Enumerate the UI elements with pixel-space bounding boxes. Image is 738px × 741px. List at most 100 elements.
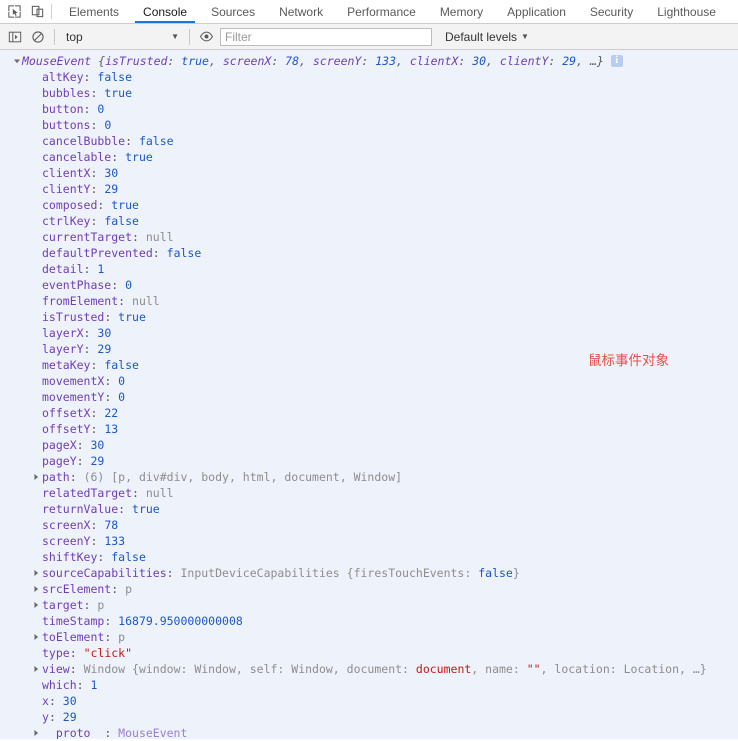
property-value: 133 (104, 534, 126, 548)
property-value: 1 (97, 262, 105, 276)
property-key: offsetX (42, 406, 91, 420)
object-property-row: defaultPrevented: false (42, 246, 202, 260)
object-property-row: composed: true (42, 198, 139, 212)
property-key: path (42, 470, 70, 484)
preview-prop-3-value: 30 (472, 54, 487, 68)
property-value: Window {window: Window, self: Window, do… (83, 662, 707, 676)
chevron-right-icon[interactable] (31, 472, 41, 482)
execution-context-selector[interactable]: top ▼ (62, 27, 182, 46)
object-class-name: MouseEvent (22, 54, 92, 68)
object-property-row: screenX: 78 (42, 518, 119, 532)
chevron-right-icon[interactable] (31, 632, 41, 642)
object-property-row: clientY: 29 (42, 182, 119, 196)
chevron-right-icon[interactable] (31, 584, 41, 594)
tab-network[interactable]: Network (267, 0, 335, 23)
object-property-row[interactable]: sourceCapabilities: InputDeviceCapabilit… (0, 565, 738, 581)
tab-performance[interactable]: Performance (335, 0, 428, 23)
object-property-row: relatedTarget: null (42, 486, 174, 500)
clear-console-icon[interactable] (29, 28, 47, 46)
object-property-row[interactable]: path: (6) [p, div#div, body, html, docum… (0, 469, 738, 485)
property-key: __proto__ (42, 726, 105, 739)
property-key: pageX (42, 438, 77, 452)
chevron-down-icon[interactable] (12, 56, 22, 66)
property-value: p (125, 582, 133, 596)
console-output-panel[interactable]: MouseEvent {isTrusted: true, screenX: 78… (0, 50, 738, 739)
property-key: cancelable (42, 150, 112, 164)
property-key: button (42, 102, 84, 116)
property-value: true (104, 86, 133, 100)
property-key: movementY (42, 390, 105, 404)
object-property-row: bubbles: true (42, 86, 133, 100)
property-value: 30 (90, 438, 105, 452)
chevron-right-icon[interactable] (31, 568, 41, 578)
object-property-row: isTrusted: true (42, 310, 146, 324)
object-property-row: fromElement: null (42, 294, 160, 308)
preview-prop-1-key: screenX (222, 54, 272, 68)
tab-application[interactable]: Application (495, 0, 578, 23)
chevron-down-icon: ▼ (171, 31, 179, 41)
toolbar-divider (51, 4, 52, 19)
object-property-row: movementX: 0 (42, 374, 126, 388)
object-preview: MouseEvent {isTrusted: true, screenX: 78… (22, 54, 604, 68)
property-value: true (132, 502, 160, 516)
property-value: 0 (118, 374, 126, 388)
log-levels-selector[interactable]: Default levels ▼ (445, 30, 529, 44)
object-property-row[interactable]: toElement: p (0, 629, 738, 645)
property-key: altKey (42, 70, 84, 84)
object-property-row[interactable]: target: p (0, 597, 738, 613)
property-value: 0 (97, 102, 105, 116)
property-value: false (104, 358, 139, 372)
tab-elements-label: Elements (69, 4, 120, 19)
tab-console[interactable]: Console (131, 0, 199, 23)
property-value: false (111, 550, 146, 564)
property-value: 1 (90, 678, 98, 692)
chevron-right-icon[interactable] (31, 728, 41, 738)
object-property-row[interactable]: __proto__: MouseEvent (0, 725, 738, 739)
property-value: (6) [p, div#div, body, html, document, W… (83, 470, 403, 484)
property-value: 13 (104, 422, 119, 436)
property-value: p (118, 630, 126, 644)
preview-prop-2-value: 133 (375, 54, 396, 68)
chevron-down-icon: ▼ (521, 31, 529, 41)
tab-security[interactable]: Security (578, 0, 645, 23)
execution-context-value: top (66, 29, 83, 44)
annotation-label: 鼠标事件对象 (588, 353, 669, 369)
object-property-row: type: "click" (42, 646, 133, 660)
info-icon[interactable]: i (610, 55, 623, 67)
preview-open-brace: { (91, 54, 106, 68)
property-value: 0 (104, 118, 112, 132)
inspect-element-icon[interactable] (6, 4, 22, 20)
tab-security-label: Security (589, 4, 634, 19)
console-filter-input[interactable]: Filter (220, 27, 432, 46)
object-property-row: detail: 1 (42, 262, 105, 276)
chevron-right-icon[interactable] (31, 664, 41, 674)
object-property-row[interactable]: view: Window {window: Window, self: Wind… (0, 661, 738, 677)
console-log-entry-header[interactable]: MouseEvent {isTrusted: true, screenX: 78… (0, 53, 738, 69)
live-expression-eye-icon[interactable] (197, 28, 215, 46)
filterbar-divider-1 (54, 28, 55, 45)
tab-sources[interactable]: Sources (199, 0, 267, 23)
chevron-right-icon[interactable] (31, 600, 41, 610)
property-value: false (97, 70, 133, 84)
property-value: null (145, 230, 174, 244)
property-key: metaKey (42, 358, 91, 372)
property-key: layerX (42, 326, 84, 340)
property-key: target (42, 598, 84, 612)
show-console-sidebar-icon[interactable] (6, 28, 24, 46)
property-key: eventPhase (42, 278, 112, 292)
tab-elements[interactable]: Elements (57, 0, 131, 23)
tab-network-label: Network (279, 4, 324, 19)
object-property-row: ctrlKey: false (42, 214, 139, 228)
object-property-row[interactable]: srcElement: p (0, 581, 738, 597)
property-value: p (97, 598, 105, 612)
object-property-row: y: 29 (42, 710, 77, 724)
preview-prop-0-key: isTrusted (105, 54, 168, 68)
property-key: fromElement (42, 294, 119, 308)
object-property-row: x: 30 (42, 694, 77, 708)
tab-lighthouse[interactable]: Lighthouse (645, 0, 728, 23)
property-key: buttons (42, 118, 91, 132)
device-toolbar-icon[interactable] (29, 4, 45, 20)
tab-memory[interactable]: Memory (428, 0, 495, 23)
object-property-row: screenY: 133 (42, 534, 126, 548)
property-value: 29 (90, 454, 105, 468)
